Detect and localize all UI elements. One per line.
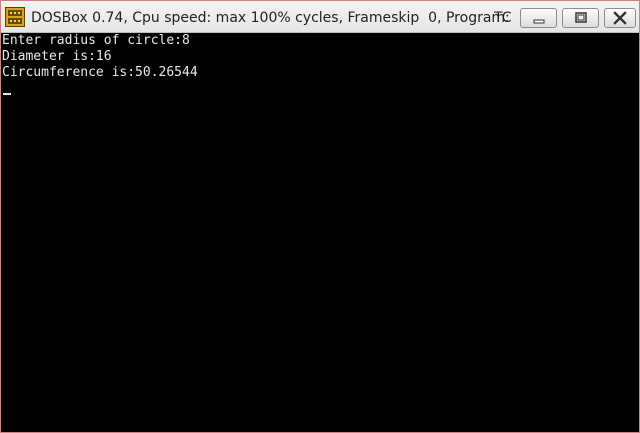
dosbox-window: DOSBox 0.74, Cpu speed: max 100% cycles,… [0, 0, 640, 433]
title-bar[interactable]: DOSBox 0.74, Cpu speed: max 100% cycles,… [1, 1, 639, 33]
dosbox-app-icon[interactable] [5, 7, 25, 27]
console-line: Diameter is:16 [2, 49, 112, 64]
console-line: Circumference is:50.26544 [2, 65, 198, 80]
close-button[interactable] [604, 8, 636, 28]
maximize-button[interactable] [562, 8, 599, 28]
console-line: Enter radius of circle:8 [2, 33, 190, 48]
close-icon [613, 11, 627, 25]
minimize-icon [533, 19, 544, 24]
minimize-button[interactable] [520, 8, 557, 28]
maximize-icon [574, 12, 587, 23]
window-title: DOSBox 0.74, Cpu speed: max 100% cycles,… [31, 10, 510, 26]
text-cursor [3, 93, 11, 95]
console-output[interactable]: Enter radius of circle:8 Diameter is:16 … [2, 33, 638, 431]
program-name: TC [494, 10, 512, 26]
